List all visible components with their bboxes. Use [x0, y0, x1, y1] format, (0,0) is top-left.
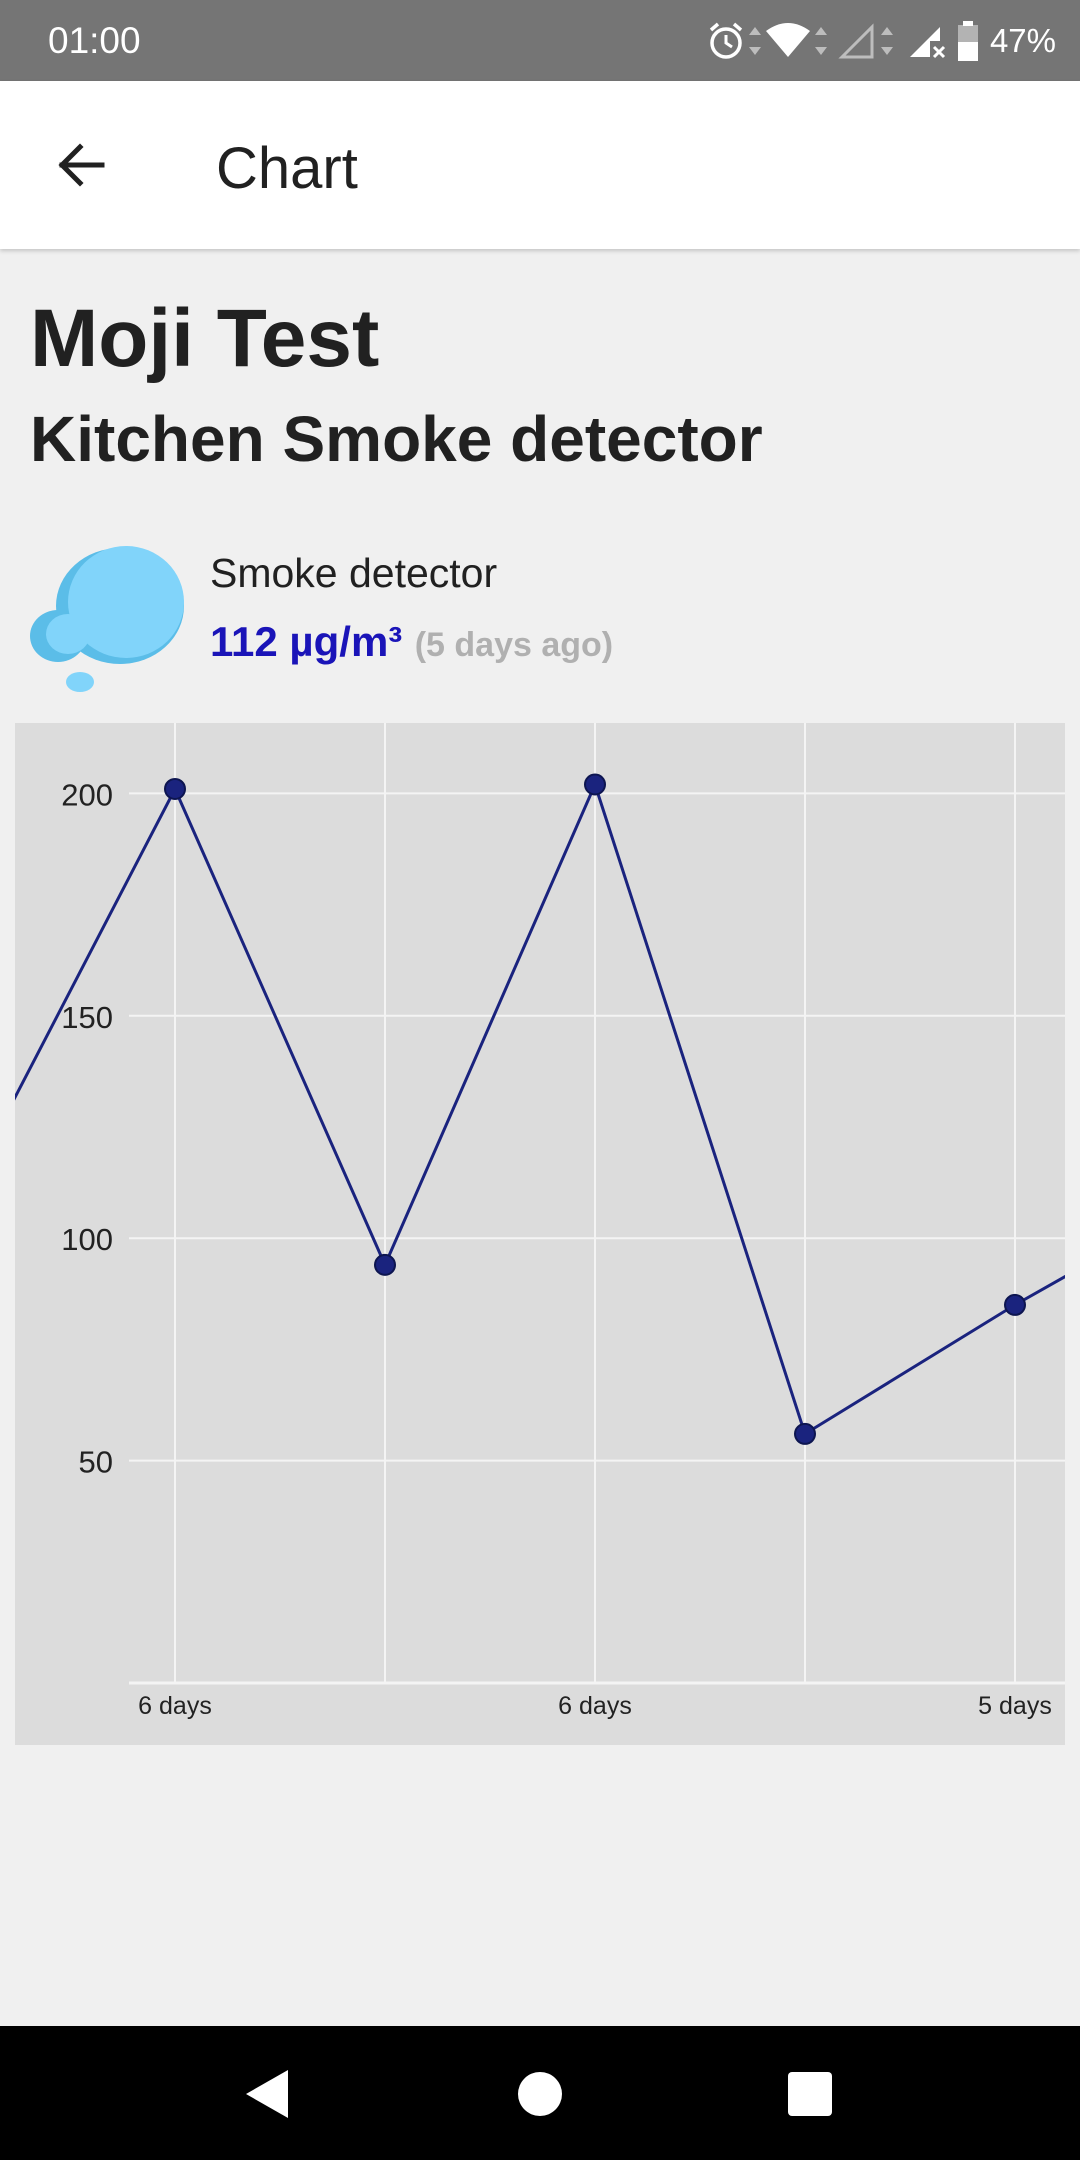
signal-no-service-icon [909, 27, 945, 59]
data-point [584, 773, 606, 796]
chart-svg: 200 150 100 50 6 days 6 days 5 days [15, 723, 1065, 1720]
app-bar: Chart [0, 81, 1080, 249]
sensor-name: Kitchen Smoke detector [30, 403, 763, 475]
y-tick-label: 150 [61, 1000, 113, 1035]
nav-back-icon [246, 2070, 288, 2118]
back-button[interactable] [40, 125, 120, 205]
status-time: 01:00 [48, 20, 141, 61]
nav-home-button[interactable] [502, 2056, 578, 2132]
x-tick-label: 6 days [138, 1692, 212, 1720]
nav-recents-button[interactable] [772, 2056, 848, 2132]
signal-empty-icon [838, 23, 874, 59]
arrow-back-icon [58, 143, 105, 187]
device-name: Moji Test [30, 293, 380, 384]
nav-recents-icon [788, 2072, 832, 2116]
status-bar: 01:00 47% [0, 0, 1080, 81]
y-tick-label: 200 [61, 777, 113, 812]
wifi-icon [765, 23, 810, 57]
x-tick-label: 6 days [558, 1692, 632, 1720]
alarm-icon [709, 22, 743, 59]
reading-age: (5 days ago) [414, 626, 614, 664]
reading-value: 112 µg/m³ [210, 618, 403, 665]
data-point [164, 777, 186, 800]
data-arrows-icon-3 [880, 27, 893, 55]
sensor-chart[interactable]: 200 150 100 50 6 days 6 days 5 days [15, 723, 1065, 1745]
x-tick-label: 5 days [978, 1692, 1052, 1720]
data-arrows-icon [748, 27, 761, 55]
nav-back-button[interactable] [229, 2056, 305, 2132]
battery-icon [957, 21, 978, 61]
sensor-type: Smoke detector [210, 550, 498, 596]
page-title: Chart [216, 136, 358, 201]
data-arrows-icon-2 [814, 27, 827, 55]
y-tick-label: 100 [61, 1222, 113, 1257]
cloud-bubble-icon [30, 546, 184, 692]
y-tick-label: 50 [79, 1445, 113, 1480]
status-icons: 47% [706, 14, 1056, 68]
navigation-bar [0, 2026, 1080, 2160]
data-point [794, 1422, 816, 1445]
battery-percent: 47% [989, 22, 1056, 59]
data-point [1004, 1293, 1026, 1316]
series-line [15, 780, 1065, 1437]
reading-row: 112 µg/m³ (5 days ago) [210, 618, 613, 666]
nav-home-icon [518, 2072, 562, 2116]
data-point [374, 1253, 396, 1276]
